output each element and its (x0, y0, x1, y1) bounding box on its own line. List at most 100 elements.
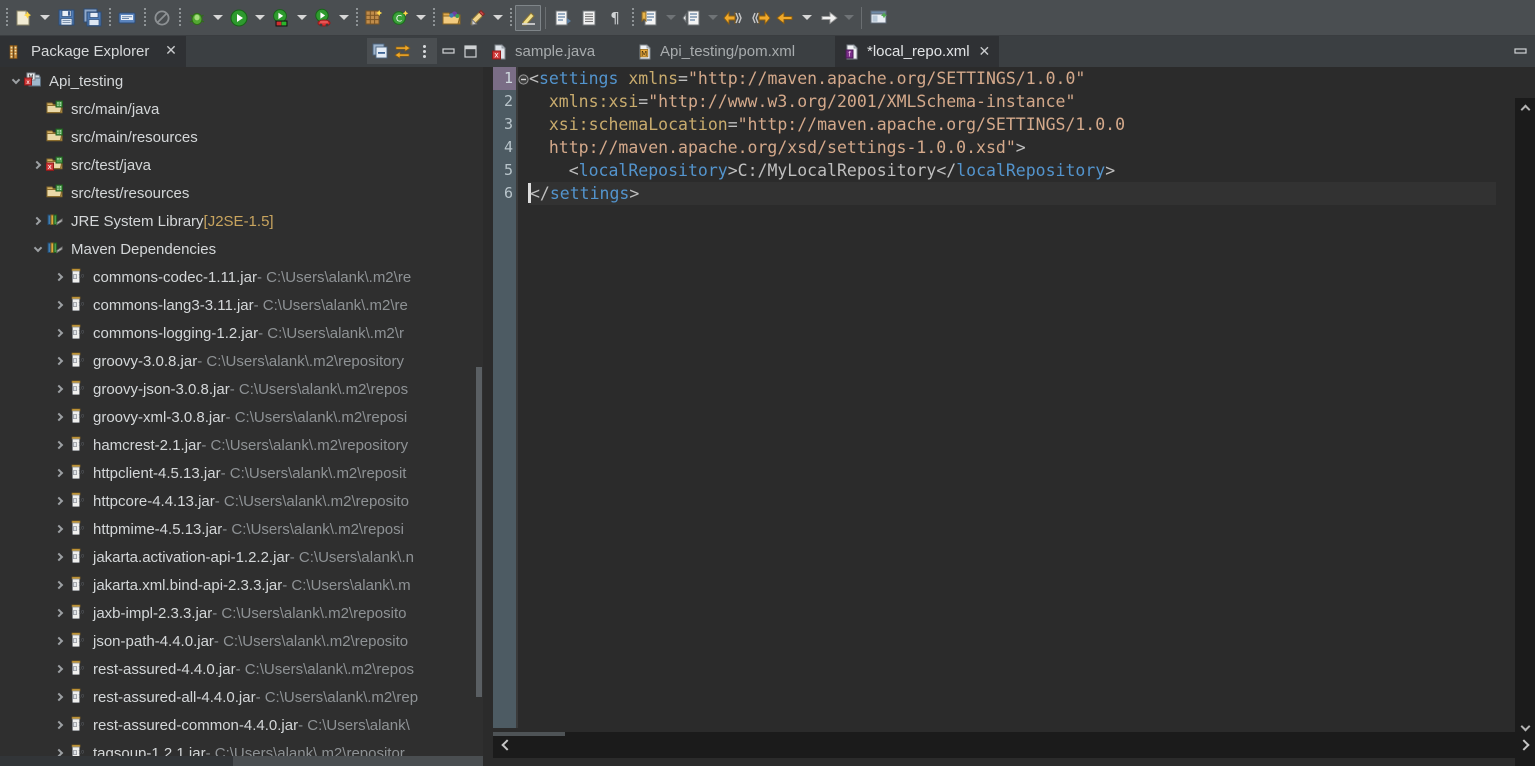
forward-icon[interactable] (815, 5, 841, 31)
new-class-dropdown-arrow[interactable] (413, 5, 429, 31)
chevron-right-icon[interactable] (52, 375, 68, 403)
jar-groovy-xml[interactable]: 10groovy-xml-3.0.8.jar - C:\Users\alank\… (0, 403, 483, 431)
new-package-icon[interactable] (361, 5, 387, 31)
chevron-down-icon[interactable] (30, 235, 46, 263)
chevron-right-icon[interactable] (52, 487, 68, 515)
bookmark-icon[interactable] (637, 5, 663, 31)
coverage-dropdown-arrow[interactable] (294, 5, 310, 31)
run-dropdown-arrow[interactable] (252, 5, 268, 31)
chevron-right-icon[interactable] (52, 599, 68, 627)
close-icon[interactable]: ✕ (164, 44, 178, 58)
run-coverage-icon[interactable] (268, 5, 294, 31)
jar-commons-codec[interactable]: 10commons-codec-1.11.jar - C:\Users\alan… (0, 263, 483, 291)
chevron-right-icon[interactable] (52, 515, 68, 543)
scroll-left-arrow-icon[interactable] (493, 732, 517, 758)
minimize-editor-icon[interactable] (1509, 40, 1531, 62)
project-api-testing[interactable]: M xApi_testing (0, 67, 483, 95)
new-dropdown-arrow[interactable] (37, 5, 53, 31)
whitespace-icon[interactable] (576, 5, 602, 31)
forward-dropdown-arrow[interactable] (841, 5, 857, 31)
bookmark-dropdown-arrow[interactable] (663, 5, 679, 31)
new-class-icon[interactable]: C (387, 5, 413, 31)
editor-vertical-scrollbar[interactable] (1515, 98, 1535, 766)
back-icon[interactable] (773, 5, 799, 31)
debug-icon[interactable] (184, 5, 210, 31)
tab-sample-java[interactable]: xsample.java (483, 36, 604, 67)
code-text[interactable]: <settings xmlns="http://maven.apache.org… (529, 67, 1496, 728)
back-dropdown-arrow[interactable] (799, 5, 815, 31)
edit-dropdown-arrow[interactable] (705, 5, 721, 31)
tree-horizontal-scrollbar[interactable] (0, 756, 483, 766)
forwardto-icon[interactable] (747, 5, 773, 31)
jar-groovy[interactable]: 10groovy-3.0.8.jar - C:\Users\alank\.m2\… (0, 347, 483, 375)
code-editor[interactable]: 123456 <settings xmlns="http://maven.apa… (483, 67, 1535, 766)
chevron-right-icon[interactable] (52, 459, 68, 487)
view-menu-icon[interactable] (413, 40, 435, 62)
chevron-right-icon[interactable] (52, 263, 68, 291)
run-ant-icon[interactable] (310, 5, 336, 31)
project-tree[interactable]: M xApi_testing src/main/java src/main/re… (0, 67, 483, 766)
debug-dropdown-arrow[interactable] (210, 5, 226, 31)
jar-jakarta-xml-bind-api[interactable]: 10jakarta.xml.bind-api-2.3.3.jar - C:\Us… (0, 571, 483, 599)
ant-dropdown-arrow[interactable] (336, 5, 352, 31)
open-dropdown-arrow[interactable] (490, 5, 506, 31)
backto-icon[interactable] (721, 5, 747, 31)
tab-local-repo-xml[interactable]: f*local_repo.xml✕ (835, 36, 999, 67)
folder-src-test-java[interactable]: xsrc/test/java (0, 151, 483, 179)
marker-icon[interactable] (515, 5, 541, 31)
folder-src-test-resources[interactable]: src/test/resources (0, 179, 483, 207)
jar-hamcrest[interactable]: 10hamcrest-2.1.jar - C:\Users\alank\.m2\… (0, 431, 483, 459)
chevron-right-icon[interactable] (52, 627, 68, 655)
pilcrow-icon[interactable]: ¶ (602, 5, 628, 31)
perspective-icon[interactable] (866, 5, 892, 31)
chevron-right-icon[interactable] (52, 711, 68, 739)
jar-json-path[interactable]: 10json-path-4.4.0.jar - C:\Users\alank\.… (0, 627, 483, 655)
folder-src-main-resources[interactable]: src/main/resources (0, 123, 483, 151)
collapse-all-icon[interactable] (369, 40, 391, 62)
collapse-fold-icon[interactable] (518, 72, 529, 83)
scroll-up-arrow-icon[interactable] (1515, 98, 1535, 118)
minimize-icon[interactable] (437, 40, 459, 62)
jar-httpmime[interactable]: 10httpmime-4.5.13.jar - C:\Users\alank\.… (0, 515, 483, 543)
editloc-icon[interactable] (679, 5, 705, 31)
chevron-right-icon[interactable] (52, 403, 68, 431)
chevron-right-icon[interactable] (52, 683, 68, 711)
tree-vertical-scrollbar[interactable] (475, 67, 483, 756)
code-viewport[interactable]: 123456 <settings xmlns="http://maven.apa… (493, 67, 1496, 728)
save-icon[interactable] (53, 5, 79, 31)
new-file-icon[interactable] (11, 5, 37, 31)
chevron-right-icon[interactable] (52, 319, 68, 347)
tab-package-explorer[interactable]: Package Explorer (0, 36, 186, 67)
jar-httpcore[interactable]: 10httpcore-4.4.13.jar - C:\Users\alank\.… (0, 487, 483, 515)
jar-rest-assured-common[interactable]: 10rest-assured-common-4.4.0.jar - C:\Use… (0, 711, 483, 739)
jar-commons-lang3[interactable]: 10commons-lang3-3.11.jar - C:\Users\alan… (0, 291, 483, 319)
editor-horizontal-scrollbar[interactable] (493, 732, 1515, 758)
jar-groovy-json[interactable]: 10groovy-json-3.0.8.jar - C:\Users\alank… (0, 375, 483, 403)
chevron-right-icon[interactable] (52, 571, 68, 599)
open-type-icon[interactable] (438, 5, 464, 31)
tab-pom-xml[interactable]: MApi_testing/pom.xml (628, 36, 804, 67)
pencil-icon[interactable] (464, 5, 490, 31)
jar-commons-logging[interactable]: 10commons-logging-1.2.jar - C:\Users\ala… (0, 319, 483, 347)
chevron-right-icon[interactable] (52, 291, 68, 319)
jar-rest-assured[interactable]: 10rest-assured-4.4.0.jar - C:\Users\alan… (0, 655, 483, 683)
run-icon[interactable] (226, 5, 252, 31)
maven-dependencies[interactable]: Maven Dependencies (0, 235, 483, 263)
print-icon[interactable] (114, 5, 140, 31)
save-all-icon[interactable] (79, 5, 105, 31)
jar-rest-assured-all[interactable]: 10rest-assured-all-4.4.0.jar - C:\Users\… (0, 683, 483, 711)
chevron-down-icon[interactable] (8, 67, 24, 95)
chevron-right-icon[interactable] (52, 431, 68, 459)
chevron-right-icon[interactable] (52, 543, 68, 571)
build-all-disabled-icon[interactable] (149, 5, 175, 31)
jar-jakarta-activation-api[interactable]: 10jakarta.activation-api-1.2.2.jar - C:\… (0, 543, 483, 571)
chevron-right-icon[interactable] (30, 151, 46, 179)
close-icon[interactable]: ✕ (979, 45, 991, 58)
chevron-right-icon[interactable] (52, 655, 68, 683)
jre-system-library[interactable]: JRE System Library [J2SE-1.5] (0, 207, 483, 235)
next-annotation-icon[interactable] (550, 5, 576, 31)
link-editor-icon[interactable] (391, 40, 413, 62)
scroll-right-arrow-icon[interactable] (1515, 732, 1535, 758)
jar-jaxb-impl[interactable]: 10jaxb-impl-2.3.3.jar - C:\Users\alank\.… (0, 599, 483, 627)
chevron-right-icon[interactable] (30, 207, 46, 235)
